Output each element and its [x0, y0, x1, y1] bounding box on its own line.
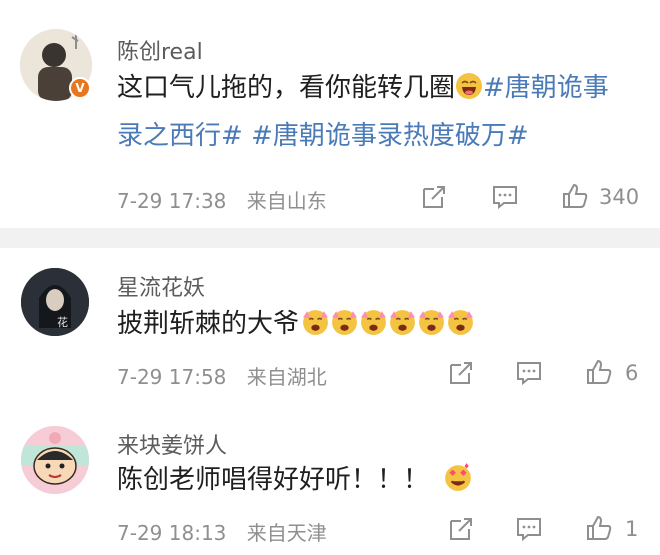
emoji-row [301, 302, 475, 350]
like-count: 1 [625, 517, 639, 541]
laugh-emoji-icon [455, 70, 483, 114]
hashtag-link[interactable]: #唐朝诡事录热度破万# [251, 121, 529, 151]
cheer-emoji-icon [330, 306, 359, 350]
comment-meta: 7-29 18:13 来自天津 [117, 517, 327, 546]
comment-button[interactable] [515, 515, 543, 543]
cartoon-avatar-icon [21, 426, 89, 494]
post-meta: 7-29 17:38 来自山东 [117, 185, 327, 214]
like-icon [587, 515, 612, 540]
comment-icon [517, 362, 541, 386]
comment-time: 17:58 [168, 365, 227, 389]
comment-date: 7-29 [117, 521, 163, 545]
like-button[interactable] [585, 514, 613, 542]
comment-text: 陈创老师唱得好好听！！！ [117, 465, 430, 495]
verified-badge: V [69, 77, 91, 99]
post-date: 7-29 [117, 189, 163, 213]
svg-text:花: 花 [57, 316, 68, 329]
share-button[interactable] [447, 359, 475, 387]
hashtag-link[interactable]: #唐朝诡事 [483, 73, 609, 103]
comment: 来块姜饼人 陈创老师唱得好好听！！！ 7-29 18:13 来自天津 1 [0, 408, 660, 555]
like-button[interactable] [561, 182, 589, 210]
cheer-emoji-icon [446, 306, 475, 350]
share-icon [450, 518, 472, 540]
share-button[interactable] [447, 515, 475, 543]
post-location: 来自山东 [246, 189, 327, 213]
comment-date: 7-29 [117, 365, 163, 389]
comment-text: 披荆斩棘的大爷 [117, 309, 300, 339]
post: V 陈创real 这口气儿拖的，看你能转几圈 #唐朝诡事 录之西行# #唐朝诡事… [0, 0, 660, 228]
comment-icon [517, 518, 541, 542]
cheer-emoji-icon [359, 306, 388, 350]
comment-location: 来自天津 [246, 521, 327, 545]
comment-button[interactable] [491, 183, 519, 211]
comment-meta: 7-29 17:58 来自湖北 [117, 361, 327, 390]
avatar[interactable] [21, 426, 89, 494]
cheer-emoji-icon [301, 306, 330, 350]
comment-content: 披荆斩棘的大爷 [117, 302, 475, 350]
post-content: 这口气儿拖的，看你能转几圈 #唐朝诡事 录之西行# #唐朝诡事录热度破万# [117, 66, 609, 158]
cheer-emoji-icon [417, 306, 446, 350]
avatar[interactable]: 花 [21, 268, 89, 336]
like-count: 6 [625, 361, 639, 385]
like-count: 340 [599, 185, 640, 209]
comment: 花 星流花妖 披荆斩棘的大爷 7-29 17:58 来自湖北 6 [0, 248, 660, 408]
share-icon [423, 186, 445, 208]
like-icon [587, 359, 612, 384]
cheer-emoji-icon [388, 306, 417, 350]
post-text: 这口气儿拖的，看你能转几圈 [117, 73, 456, 103]
author-name[interactable]: 陈创real [117, 34, 203, 66]
hashtag-link[interactable]: 录之西行# [117, 121, 243, 151]
commenter-portrait-icon: 花 [21, 268, 89, 336]
author-name[interactable]: 星流花妖 [117, 270, 205, 302]
share-button[interactable] [420, 183, 448, 211]
author-name[interactable]: 来块姜饼人 [117, 428, 227, 460]
like-button[interactable] [585, 358, 613, 386]
comment-time: 18:13 [168, 521, 227, 545]
share-icon [450, 362, 472, 384]
like-icon [563, 183, 588, 208]
comment-icon [493, 186, 517, 210]
comment-button[interactable] [515, 359, 543, 387]
separator [0, 228, 660, 248]
comment-location: 来自湖北 [246, 365, 327, 389]
love-emoji-icon [443, 462, 473, 506]
post-time: 17:38 [168, 189, 227, 213]
comment-content: 陈创老师唱得好好听！！！ [117, 458, 473, 506]
